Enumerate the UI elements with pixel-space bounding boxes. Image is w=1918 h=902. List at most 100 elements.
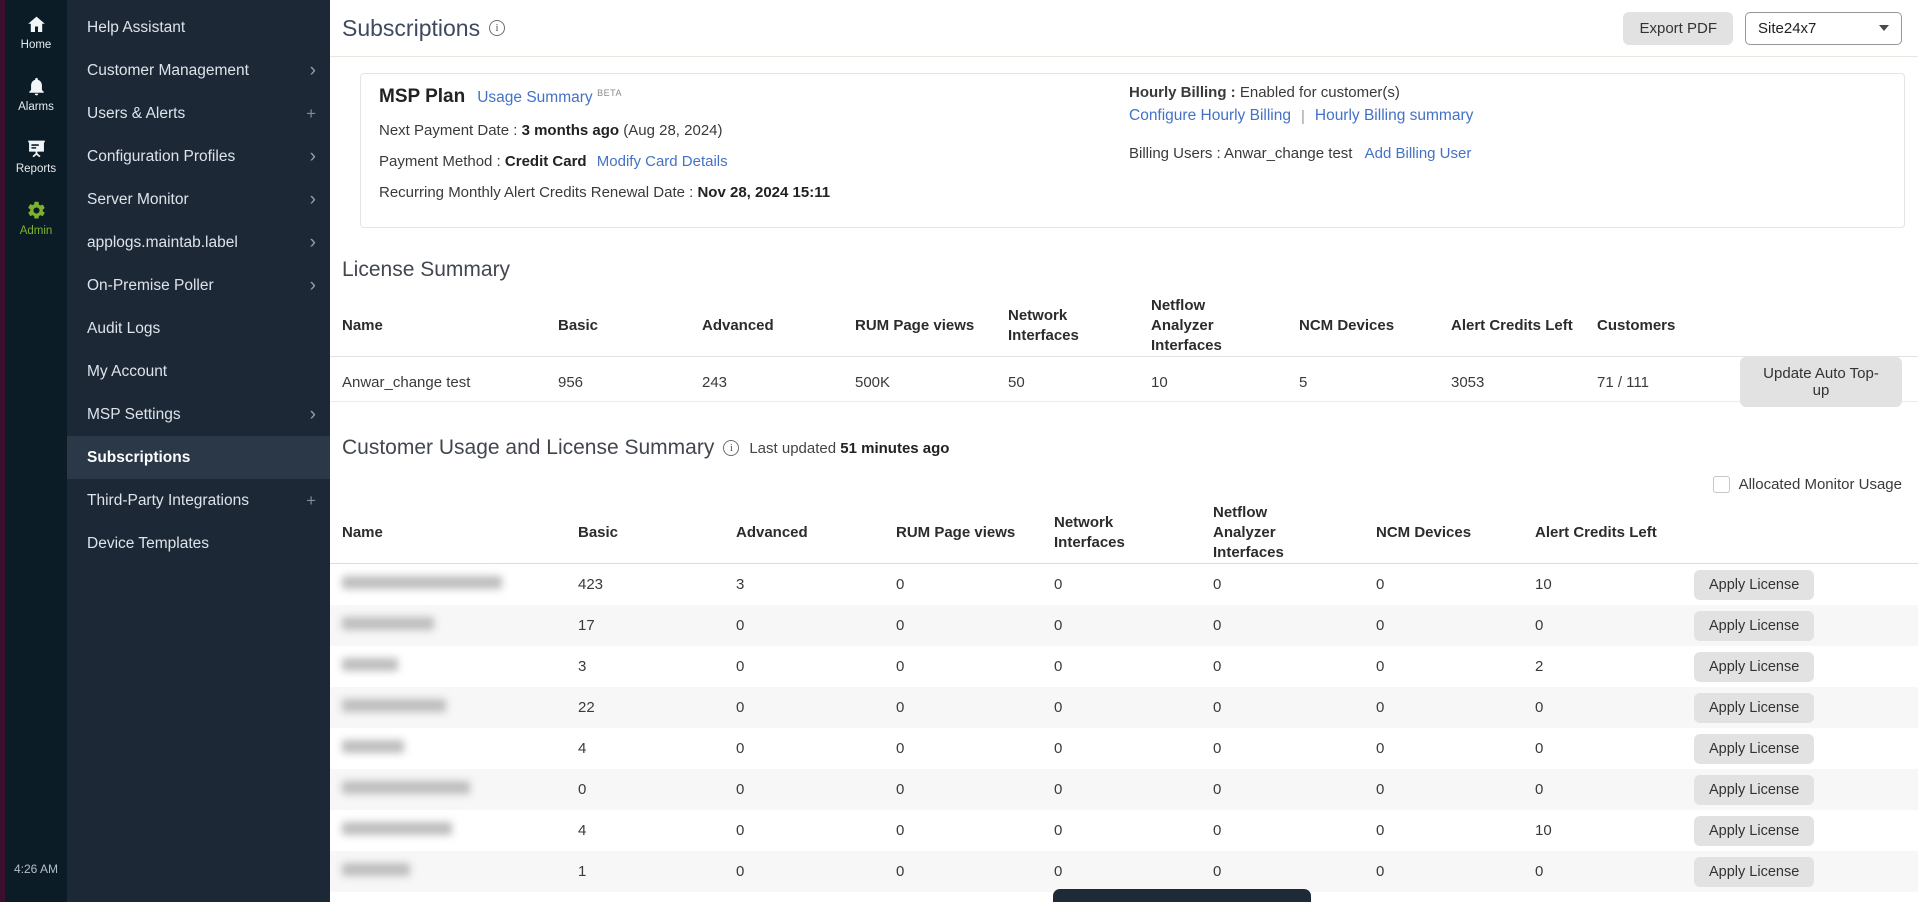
cell-customer-name xyxy=(342,699,578,716)
cell-alert-credits-left: 3053 xyxy=(1451,374,1597,391)
cell-advanced: 0 xyxy=(736,658,896,675)
chevron-right-icon: › xyxy=(310,61,316,80)
cell-netflow-analyzer-interfaces: 0 xyxy=(1213,822,1376,839)
cell-network-interfaces: 0 xyxy=(1054,822,1213,839)
sidebar-item-device-templates[interactable]: Device Templates xyxy=(67,522,330,565)
cell-basic: 1 xyxy=(578,863,736,880)
license-summary-heading: License Summary xyxy=(342,258,1918,282)
table-row: 1000000Apply License xyxy=(330,851,1918,892)
sidebar-item-configuration-profiles[interactable]: Configuration Profiles› xyxy=(67,135,330,178)
sidebar-item-audit-logs[interactable]: Audit Logs xyxy=(67,307,330,350)
cell-network-interfaces: 0 xyxy=(1054,576,1213,593)
sidebar-item-server-monitor[interactable]: Server Monitor› xyxy=(67,178,330,221)
update-auto-top-up-button[interactable]: Update Auto Top-up xyxy=(1740,357,1902,407)
apply-license-button[interactable]: Apply License xyxy=(1694,693,1814,723)
add-billing-user-link[interactable]: Add Billing User xyxy=(1365,145,1472,162)
page-title: Subscriptions xyxy=(342,15,480,42)
cell-ncm-devices: 0 xyxy=(1376,576,1535,593)
allocated-monitor-usage-checkbox[interactable] xyxy=(1713,476,1730,493)
hourly-billing-value: Enabled for customer(s) xyxy=(1240,84,1400,101)
cell-alert-credits-left: 10 xyxy=(1535,822,1694,839)
cell-network-interfaces: 0 xyxy=(1054,781,1213,798)
cell-ncm-devices: 0 xyxy=(1376,617,1535,634)
nav-reports[interactable]: Reports xyxy=(5,124,67,186)
account-selector[interactable]: Site24x7 xyxy=(1745,12,1902,45)
usage-summary-table-body: 4233000010Apply License17000000Apply Lic… xyxy=(330,564,1918,892)
cell-customer-name xyxy=(342,576,578,593)
cell-alert-credits-left: 0 xyxy=(1535,740,1694,757)
cell-basic: 956 xyxy=(558,374,702,391)
usage-summary-heading: Customer Usage and License Summary xyxy=(342,436,714,460)
configure-hourly-billing-link[interactable]: Configure Hourly Billing xyxy=(1129,107,1291,125)
column-header-ncm-devices: NCM Devices xyxy=(1299,316,1451,336)
sidebar-item-help-assistant[interactable]: Help Assistant xyxy=(67,6,330,49)
sidebar-item-my-account[interactable]: My Account xyxy=(67,350,330,393)
cell-rum-page-views: 0 xyxy=(896,822,1054,839)
modify-card-link[interactable]: Modify Card Details xyxy=(597,153,728,170)
export-pdf-button[interactable]: Export PDF xyxy=(1623,12,1733,45)
cell-ncm-devices: 0 xyxy=(1376,740,1535,757)
redacted-customer-name xyxy=(342,863,410,876)
nav-home[interactable]: Home xyxy=(5,0,67,62)
sidebar-item-label: Subscriptions xyxy=(87,449,190,467)
cell-netflow-analyzer-interfaces: 0 xyxy=(1213,863,1376,880)
sidebar-item-applogs-maintab-label[interactable]: applogs.maintab.label› xyxy=(67,221,330,264)
cell-advanced: 3 xyxy=(736,576,896,593)
apply-license-button[interactable]: Apply License xyxy=(1694,857,1814,887)
home-icon xyxy=(26,14,47,35)
cell-customer-name xyxy=(342,863,578,880)
cell-network-interfaces: 0 xyxy=(1054,699,1213,716)
nav-admin[interactable]: Admin xyxy=(5,186,67,248)
apply-license-button[interactable]: Apply License xyxy=(1694,652,1814,682)
last-updated-value: 51 minutes ago xyxy=(840,440,949,457)
billing-users-label: Billing Users : xyxy=(1129,145,1221,162)
sidebar-item-label: Server Monitor xyxy=(87,191,189,209)
nav-alarms[interactable]: Alarms xyxy=(5,62,67,124)
next-payment-label: Next Payment Date : xyxy=(379,122,517,139)
cell-advanced: 0 xyxy=(736,822,896,839)
plus-icon: + xyxy=(306,105,316,122)
bell-icon xyxy=(26,76,47,97)
cell-basic: 4 xyxy=(578,740,736,757)
sidebar-item-third-party-integrations[interactable]: Third-Party Integrations+ xyxy=(67,479,330,522)
link-divider: | xyxy=(1301,108,1305,125)
renewal-value: Nov 28, 2024 15:11 xyxy=(697,184,830,201)
cell-advanced: 0 xyxy=(736,781,896,798)
chevron-down-icon xyxy=(1879,25,1889,31)
sidebar-item-label: On-Premise Poller xyxy=(87,277,214,295)
column-header-netflow-analyzer-interfaces: Netflow Analyzer Interfaces xyxy=(1213,503,1333,563)
sidebar-item-on-premise-poller[interactable]: On-Premise Poller› xyxy=(67,264,330,307)
sidebar-item-users-alerts[interactable]: Users & Alerts+ xyxy=(67,92,330,135)
column-header-ncm-devices: NCM Devices xyxy=(1376,523,1535,543)
hourly-billing-summary-link[interactable]: Hourly Billing summary xyxy=(1315,107,1473,125)
usage-summary-link[interactable]: Usage Summary xyxy=(477,89,592,106)
chevron-right-icon: › xyxy=(310,405,316,424)
apply-license-button[interactable]: Apply License xyxy=(1694,775,1814,805)
apply-license-button[interactable]: Apply License xyxy=(1694,570,1814,600)
cell-rum-page-views: 0 xyxy=(896,576,1054,593)
sidebar-item-label: Device Templates xyxy=(87,535,209,553)
renewal-label: Recurring Monthly Alert Credits Renewal … xyxy=(379,184,693,201)
cell-network-interfaces: 0 xyxy=(1054,740,1213,757)
next-payment-value: 3 months ago xyxy=(522,122,620,139)
sidebar-item-subscriptions[interactable]: Subscriptions xyxy=(67,436,330,479)
sidebar-item-msp-settings[interactable]: MSP Settings› xyxy=(67,393,330,436)
cell-netflow-analyzer-interfaces: 0 xyxy=(1213,740,1376,757)
info-icon[interactable]: i xyxy=(489,20,505,36)
apply-license-button[interactable]: Apply License xyxy=(1694,611,1814,641)
cell-ncm-devices: 0 xyxy=(1376,658,1535,675)
column-header-network-interfaces: Network Interfaces xyxy=(1054,513,1174,553)
cell-netflow-analyzer-interfaces: 0 xyxy=(1213,781,1376,798)
info-icon[interactable]: i xyxy=(723,440,739,456)
apply-license-button[interactable]: Apply License xyxy=(1694,734,1814,764)
cell-customer-name xyxy=(342,740,578,757)
horizontal-scrollbar-thumb[interactable] xyxy=(1053,889,1311,902)
apply-license-button[interactable]: Apply License xyxy=(1694,816,1814,846)
column-header-advanced: Advanced xyxy=(736,523,896,543)
redacted-customer-name xyxy=(342,699,446,712)
column-header-rum-page-views: RUM Page views xyxy=(855,316,1008,336)
cell-customers: 71 / 111 xyxy=(1597,374,1740,391)
sidebar-item-customer-management[interactable]: Customer Management› xyxy=(67,49,330,92)
column-header-network-interfaces: Network Interfaces xyxy=(1008,306,1128,346)
cell-netflow-analyzer-interfaces: 0 xyxy=(1213,576,1376,593)
